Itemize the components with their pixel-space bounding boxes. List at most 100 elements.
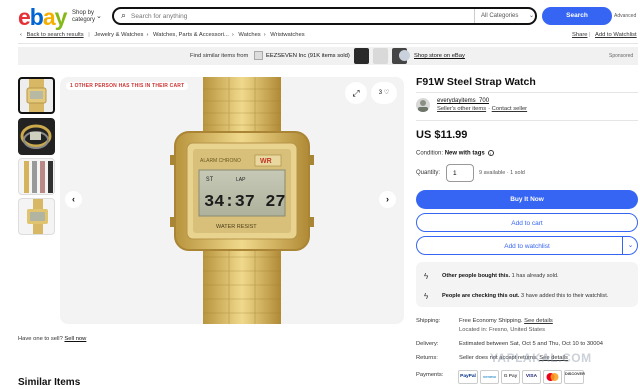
chevron-right-icon: › bbox=[231, 32, 234, 38]
seller-store-logo bbox=[254, 51, 263, 60]
watch-image: ALARM CHRONO WR ST LAP 34:37 27 WATER RE… bbox=[170, 77, 314, 324]
social-proof-panel bbox=[416, 262, 638, 307]
category-select-value: All Categories bbox=[481, 13, 519, 19]
logo-letter: b bbox=[29, 4, 44, 30]
availability-text: 9 available · 1 sold bbox=[479, 170, 525, 176]
thumbnail-image-1[interactable] bbox=[18, 77, 55, 114]
thumbnail-image-2[interactable] bbox=[18, 118, 55, 155]
divider bbox=[416, 92, 638, 93]
back-to-results-link[interactable]: Back to search results bbox=[27, 32, 84, 38]
sell-prompt-text: Have one to sell? bbox=[18, 336, 63, 342]
shop-by-category-button[interactable]: Shop by category ⌄ bbox=[72, 10, 102, 24]
chevron-down-icon[interactable]: ⌄ bbox=[622, 237, 638, 254]
social-proof-text: 3 have added this to their watchlist. bbox=[519, 293, 609, 299]
watch-count: 3 bbox=[378, 90, 383, 96]
chevron-right-icon: › bbox=[263, 32, 266, 38]
logo-letter: y bbox=[54, 4, 68, 30]
visa-icon: VISA bbox=[522, 370, 541, 384]
heart-icon: ♡ bbox=[383, 90, 390, 96]
buy-it-now-button[interactable]: Buy It Now bbox=[416, 190, 638, 209]
divider bbox=[18, 43, 638, 44]
previous-image-button[interactable]: ‹ bbox=[65, 191, 82, 208]
seller-links-separator: · bbox=[488, 106, 491, 112]
chevron-right-icon: › bbox=[146, 32, 149, 38]
shipping-value: Free Economy Shipping. See details bbox=[459, 318, 553, 324]
store-seller-name[interactable]: EEZSEVEN Inc (91K items sold) bbox=[266, 53, 350, 59]
google-pay-icon: G Pay bbox=[501, 370, 520, 384]
condition-label: Condition: bbox=[416, 150, 444, 157]
condition-row: Condition: New with tags i bbox=[416, 150, 494, 157]
search-input[interactable] bbox=[131, 11, 461, 22]
cart-demand-badge: 1 OTHER PERSON HAS THIS IN THEIR CART bbox=[66, 82, 189, 90]
seller-name-link[interactable]: everydayitems_700 bbox=[437, 98, 489, 104]
shop-store-link[interactable]: Shop store on eBay bbox=[414, 53, 465, 59]
main-product-image[interactable]: ALARM CHRONO WR ST LAP 34:37 27 WATER RE… bbox=[60, 77, 404, 324]
item-title: F91W Steel Strap Watch bbox=[416, 76, 536, 88]
thumbnail-image-4[interactable] bbox=[18, 198, 55, 235]
add-to-watchlist-button[interactable]: Add to watchlist bbox=[416, 236, 638, 255]
mastercard-icon bbox=[543, 370, 562, 384]
condition-value: New with tags bbox=[444, 150, 485, 157]
watch-wr-badge: WR bbox=[260, 158, 272, 165]
search-bar: ⌕ All Categories ⌄ bbox=[112, 7, 537, 25]
info-icon[interactable]: i bbox=[487, 150, 494, 156]
back-arrow-icon[interactable]: ‹ bbox=[20, 32, 22, 38]
breadcrumb-item[interactable]: Watches, Parts & Accessori... bbox=[153, 32, 229, 38]
social-proof-bold: People are checking this out. bbox=[442, 293, 520, 299]
social-proof-row: ϟ People are checking this out. 3 have a… bbox=[424, 292, 609, 301]
seller-avatar[interactable] bbox=[416, 98, 430, 112]
sponsored-thumbnail[interactable] bbox=[373, 48, 388, 64]
thumbnail-image-3[interactable] bbox=[18, 158, 55, 195]
expand-icon[interactable]: ⤢ bbox=[345, 82, 367, 104]
watch-count-button[interactable]: 3 ♡ bbox=[371, 82, 397, 104]
venmo-icon: venmo bbox=[480, 370, 499, 384]
separator: | bbox=[589, 32, 591, 38]
sell-prompt: Have one to sell? Sell now bbox=[18, 336, 86, 342]
sponsored-thumbnail[interactable] bbox=[354, 48, 369, 64]
paypal-icon: PayPal bbox=[458, 370, 478, 384]
similar-items-text: Find similar items from bbox=[190, 53, 249, 59]
watch-day-text: ST bbox=[206, 176, 214, 183]
breadcrumb: ‹ Back to search results | Jewelry & Wat… bbox=[20, 32, 308, 38]
breadcrumb-item[interactable]: Wristwatches bbox=[270, 32, 304, 38]
ebay-logo[interactable]: ebay bbox=[18, 4, 68, 31]
logo-letter: a bbox=[42, 4, 56, 30]
contact-seller-link[interactable]: Contact seller bbox=[492, 106, 527, 112]
search-button[interactable]: Search bbox=[542, 7, 612, 25]
watch-water-resist-text: WATER RESIST bbox=[216, 224, 257, 230]
shipping-details-link[interactable]: See details bbox=[524, 318, 553, 324]
chevron-down-icon: ⌄ bbox=[528, 13, 534, 19]
quantity-label: Quantity: bbox=[416, 170, 441, 176]
seller-other-items-link[interactable]: Seller's other items bbox=[437, 106, 486, 112]
similar-items-heading: Similar Items bbox=[18, 377, 81, 388]
search-icon: ⌕ bbox=[121, 10, 127, 20]
shipping-label: Shipping: bbox=[416, 318, 441, 324]
payments-label: Payments: bbox=[416, 372, 444, 378]
sell-now-link[interactable]: Sell now bbox=[64, 336, 86, 342]
sponsored-label: Sponsored bbox=[609, 53, 634, 59]
social-proof-bold: Other people bought this. bbox=[442, 273, 511, 279]
shop-by-label: Shop by bbox=[72, 10, 95, 16]
add-to-watchlist-link[interactable]: Add to Watchlist bbox=[595, 32, 637, 38]
watermark: YAPLAKAL.COM bbox=[490, 351, 592, 365]
watch-brand-text: ALARM CHRONO bbox=[200, 158, 241, 164]
next-image-button[interactable]: › bbox=[379, 191, 396, 208]
item-location: Located in: Fresno, United States bbox=[459, 327, 546, 333]
item-price: US $11.99 bbox=[416, 129, 468, 141]
advanced-search-link[interactable]: Advanced bbox=[614, 13, 636, 19]
divider bbox=[416, 120, 638, 121]
social-proof-text: 1 has already sold. bbox=[510, 273, 559, 279]
share-link[interactable]: Share bbox=[572, 32, 587, 38]
watch-lap-text: LAP bbox=[236, 177, 246, 183]
breadcrumb-item[interactable]: Jewelry & Watches bbox=[94, 32, 143, 38]
delivery-label: Delivery: bbox=[416, 341, 439, 347]
quantity-input[interactable] bbox=[446, 164, 474, 182]
add-to-cart-button[interactable]: Add to cart bbox=[416, 213, 638, 232]
category-select[interactable]: All Categories ⌄ bbox=[474, 9, 544, 23]
seller-links: Seller's other items · Contact seller bbox=[437, 106, 529, 112]
chevron-down-icon: ⌄ bbox=[96, 13, 102, 20]
watch-time-text: 34:37 27 bbox=[204, 193, 286, 212]
store-icon bbox=[399, 50, 410, 61]
lightning-icon: ϟ bbox=[424, 272, 429, 281]
breadcrumb-item[interactable]: Watches bbox=[238, 32, 260, 38]
